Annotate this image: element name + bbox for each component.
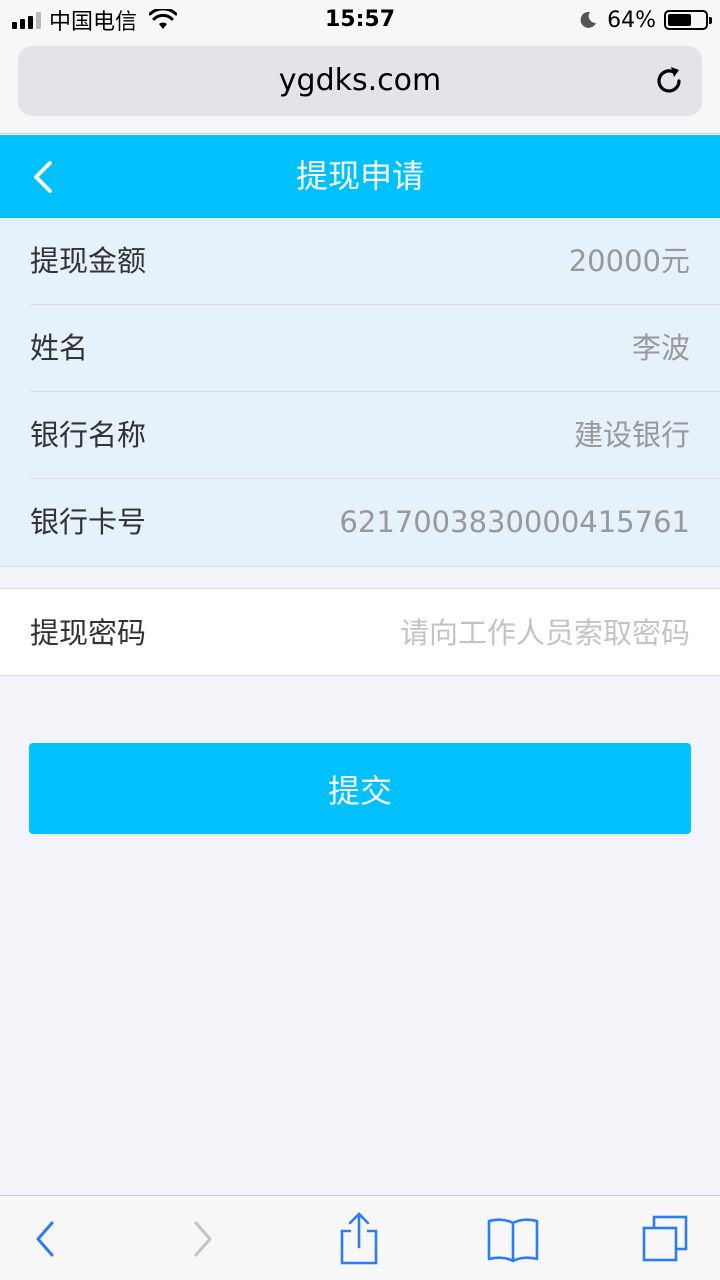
page-header: 提现申请 (0, 135, 720, 218)
amount-label: 提现金额 (30, 244, 147, 278)
battery-icon (664, 10, 712, 30)
page-title: 提现申请 (295, 157, 424, 195)
withdraw-info-list: 提现金额 20000元 姓名 李波 银行名称 建设银行 银行卡号 6217003… (0, 218, 720, 566)
browser-toolbar (0, 1195, 720, 1280)
list-item: 银行卡号 6217003830000415761 (30, 479, 720, 566)
divider (0, 566, 720, 567)
password-input[interactable] (290, 603, 690, 663)
amount-value: 20000元 (568, 244, 690, 278)
browser-address-area: ygdks.com (0, 40, 720, 134)
password-label: 提现密码 (30, 616, 147, 650)
bank-name-value: 建设银行 (573, 418, 690, 452)
bank-name-label: 银行名称 (30, 418, 147, 452)
forward-icon (194, 1221, 212, 1256)
tabs-button[interactable] (620, 1196, 710, 1280)
reload-icon[interactable] (652, 64, 686, 98)
battery-percent: 64% (607, 7, 656, 33)
back-icon (36, 1221, 54, 1256)
name-label: 姓名 (30, 331, 89, 365)
card-number-value: 6217003830000415761 (339, 505, 690, 539)
address-bar[interactable]: ygdks.com (18, 46, 702, 116)
list-item: 提现金额 20000元 (30, 218, 720, 305)
share-icon (340, 1211, 378, 1264)
share-button[interactable] (314, 1196, 404, 1280)
bookmarks-button[interactable] (468, 1196, 558, 1280)
card-number-label: 银行卡号 (30, 505, 147, 539)
name-value: 李波 (631, 331, 690, 365)
password-row: 提现密码 (0, 588, 720, 676)
url-text[interactable]: ygdks.com (18, 46, 702, 116)
submit-button[interactable]: 提交 (29, 743, 691, 834)
status-bar: 中国电信 15:57 64% (0, 0, 720, 40)
moon-icon (580, 11, 597, 28)
tabs-icon (642, 1215, 688, 1261)
forward-button[interactable] (158, 1196, 248, 1280)
bookmarks-icon (487, 1217, 539, 1262)
back-button[interactable] (0, 1196, 90, 1280)
list-item: 姓名 李波 (30, 305, 720, 392)
list-item: 银行名称 建设银行 (30, 392, 720, 479)
